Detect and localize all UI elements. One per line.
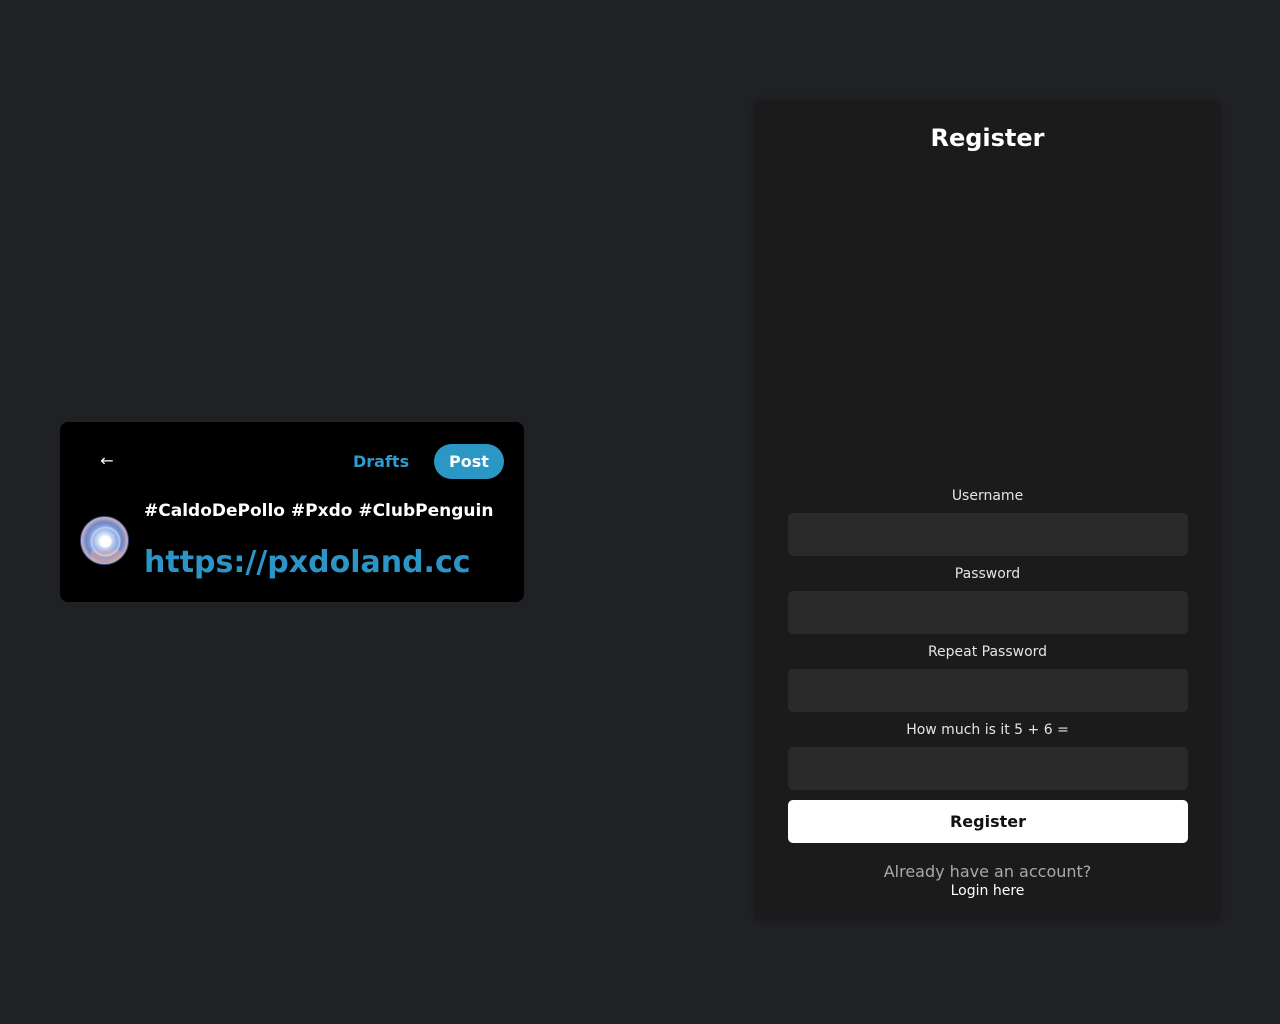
register-title: Register xyxy=(930,124,1045,152)
post-button[interactable]: Post xyxy=(434,444,504,479)
register-button[interactable]: Register xyxy=(788,800,1188,843)
repeat-password-label: Repeat Password xyxy=(927,644,1048,660)
post-text[interactable]: #CaldoDePollo #Pxdo #ClubPenguin xyxy=(144,500,504,522)
username-label: Username xyxy=(951,488,1024,504)
avatar[interactable] xyxy=(80,516,129,565)
login-link[interactable]: Login here xyxy=(755,882,1220,900)
password-input[interactable] xyxy=(788,591,1188,634)
repeat-password-input[interactable] xyxy=(788,669,1188,712)
compose-card: ← Drafts Post #CaldoDePollo #Pxdo #ClubP… xyxy=(60,422,524,602)
already-account-text: Already have an account? xyxy=(883,862,1092,881)
register-panel: Register Username Password Repeat Passwo… xyxy=(755,102,1220,920)
password-label: Password xyxy=(954,566,1021,582)
captcha-label: How much is it 5 + 6 = xyxy=(906,722,1069,738)
captcha-input[interactable] xyxy=(788,747,1188,790)
back-arrow-icon[interactable]: ← xyxy=(94,448,120,474)
username-input[interactable] xyxy=(788,513,1188,556)
post-link[interactable]: https://pxdoland.cc xyxy=(144,543,471,583)
page: ← Drafts Post #CaldoDePollo #Pxdo #ClubP… xyxy=(0,0,1280,1024)
avatar-image xyxy=(90,526,121,561)
drafts-button[interactable]: Drafts xyxy=(353,452,409,472)
